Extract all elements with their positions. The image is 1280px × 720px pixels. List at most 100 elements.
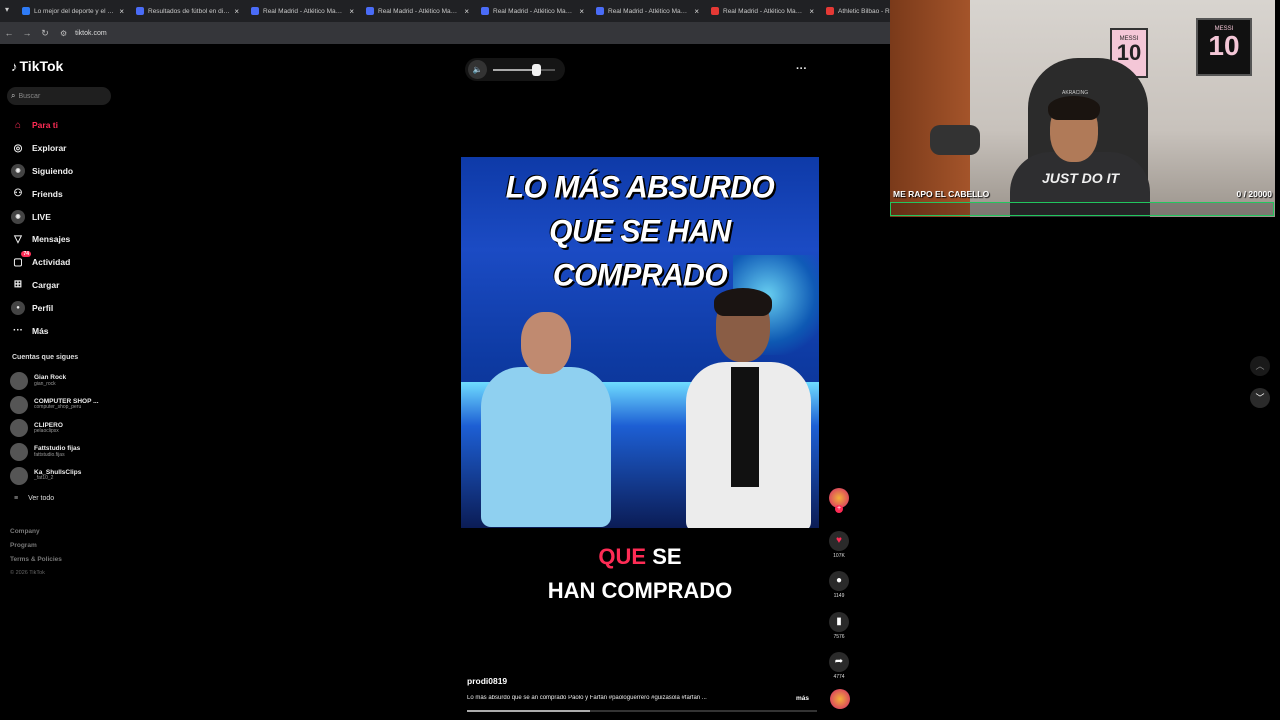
nav-label: Más (32, 325, 49, 336)
goal-progress-text: 0 / 20000 (1236, 189, 1272, 199)
nav-item-para-ti[interactable]: ⌂ Para ti (11, 114, 121, 137)
tab-title: Real Madrid - Atlético Madrid (263, 7, 346, 15)
video-author[interactable]: prodi0819 (467, 676, 507, 686)
tab-close-icon[interactable]: × (349, 7, 354, 16)
nav-label: Mensajes (32, 234, 71, 245)
following-title: Cuentas que sigues (12, 354, 79, 361)
back-icon[interactable]: ← (0, 28, 18, 38)
tab-title: Real Madrid - Atlético Madrid (608, 7, 691, 15)
follow-plus-icon[interactable]: + (835, 505, 843, 513)
upload-icon: ⊞ (13, 279, 23, 291)
chevron-down-icon[interactable]: ﹀ (1250, 388, 1270, 408)
avatar (10, 395, 28, 414)
music-disc-icon[interactable] (830, 689, 850, 709)
browser-tab[interactable]: Real Madrid - Atlético Madrid × (590, 0, 705, 22)
volume-fill (493, 69, 537, 71)
nav-item-live[interactable]: ◉ LIVE (11, 205, 121, 228)
video-progress-fill (467, 710, 590, 712)
browser-tab[interactable]: Real Madrid - Atlético Madrid × (475, 0, 590, 22)
list-icon: ≡ (14, 495, 19, 502)
share-action[interactable]: ➦ 4774 (828, 652, 850, 680)
following-icon: ◉ (11, 163, 25, 178)
account-handle: _fat10_2 (34, 475, 54, 482)
browser-tab[interactable]: Resultados de fútbol en directo × (130, 0, 245, 22)
following-account[interactable]: Gian Rock gian_rock (10, 369, 120, 393)
avatar (10, 442, 28, 461)
nav-item-cargar[interactable]: ⊞ Cargar (11, 274, 121, 297)
browser-tab[interactable]: Real Madrid - Atlético Madrid × (705, 0, 820, 22)
goal-progress-bar (890, 202, 1274, 216)
url-text: tiktok.com (75, 29, 107, 37)
tab-close-icon[interactable]: × (234, 7, 239, 16)
nav-item-explorar[interactable]: ◎ Explorar (11, 137, 121, 160)
activity-icon: ▢ 74 (13, 251, 31, 268)
video-caption: QUE SE HAN COMPRADO (461, 540, 819, 608)
compass-icon: ◎ (13, 142, 23, 154)
browser-tab[interactable]: Athletic Bilbao - Real (820, 0, 890, 22)
speaker-icon[interactable]: 🔈 (468, 60, 487, 79)
see-all-button[interactable]: ≡ Ver todo (14, 495, 54, 502)
nav-item-friends[interactable]: ⚇ Friends (11, 182, 121, 205)
browser-tab[interactable]: Real Madrid - Atlético Madrid × (245, 0, 360, 22)
more-button[interactable]: más (796, 695, 809, 702)
volume-knob[interactable] (532, 64, 542, 76)
heart-icon[interactable]: ♥ (829, 531, 849, 551)
url-field[interactable]: ⚙ tiktok.com (60, 29, 107, 38)
more-options-icon[interactable]: ··· (796, 63, 807, 75)
following-account[interactable]: CLIPERO pelaoclipsx (10, 416, 120, 440)
video-person-right (681, 288, 811, 528)
tab-close-icon[interactable]: × (694, 7, 699, 16)
share-count: 4774 (833, 674, 845, 680)
tab-close-icon[interactable]: × (119, 7, 124, 16)
webcam-overlay: MESSI 10 MESSI 10 AKRACING JUST DO IT ME… (890, 0, 1275, 217)
following-account[interactable]: Ka_ShullsClips _fat10_2 (10, 464, 120, 488)
video-player[interactable]: LO MÁS ABSURDO QUE SE HAN COMPRADO (461, 157, 819, 528)
streamer-hair (1048, 96, 1100, 120)
nav-label: Friends (32, 188, 63, 199)
tab-close-icon[interactable]: × (809, 7, 814, 16)
nav-item-actividad[interactable]: ▢ 74 Actividad (11, 251, 121, 274)
nav-label: Cargar (32, 279, 60, 290)
tab-favicon-icon (366, 7, 374, 15)
tab-title: Resultados de fútbol en directo (148, 7, 231, 15)
footer-link-program[interactable]: Program (10, 542, 62, 556)
volume-slider[interactable] (493, 64, 555, 76)
nav-item-más[interactable]: ··· Más (11, 319, 121, 342)
copyright: © 2026 TikTok (10, 570, 45, 576)
reload-icon[interactable]: ↻ (36, 28, 54, 39)
video-title-line1: LO MÁS ABSURDO (505, 170, 775, 205)
like-action[interactable]: ♥ 107K (828, 531, 850, 559)
comment-count: 1149 (833, 593, 845, 599)
footer-link-terms[interactable]: Terms & Policies (10, 556, 62, 570)
comment-icon[interactable]: ● (829, 571, 849, 591)
save-action[interactable]: ▮ 7576 (828, 612, 850, 640)
video-progress-bar[interactable] (467, 710, 817, 712)
share-icon[interactable]: ➦ (829, 652, 849, 672)
nav-item-perfil[interactable]: ● Perfil (11, 296, 121, 319)
search-input[interactable]: ⌕ Buscar (7, 87, 111, 105)
following-account[interactable]: COMPUTER SHOP ... computer_shop_peru (10, 393, 120, 417)
caption-highlight: QUE (598, 544, 647, 569)
forward-icon[interactable]: → (18, 28, 36, 38)
webcam-door (890, 0, 970, 217)
footer-link-company[interactable]: Company (10, 528, 62, 542)
chevron-up-icon[interactable]: ︿ (1250, 356, 1270, 376)
bookmark-icon[interactable]: ▮ (829, 612, 849, 632)
tab-title: Real Madrid - Atlético Madrid (378, 7, 461, 15)
search-placeholder: Buscar (18, 92, 41, 100)
microphone (930, 125, 980, 155)
following-account[interactable]: Fattstudio fijas fattstudio.fijas (10, 440, 120, 464)
nav-item-mensajes[interactable]: ▽ Mensajes (11, 228, 121, 251)
save-count: 7576 (833, 634, 845, 640)
tab-close-icon[interactable]: × (579, 7, 584, 16)
comment-action[interactable]: ● 1149 (828, 571, 850, 599)
tab-close-icon[interactable]: × (464, 7, 469, 16)
nav-item-siguiendo[interactable]: ◉ Siguiendo (11, 160, 121, 183)
tiktok-logo[interactable]: ♪ TikTok (11, 58, 63, 74)
browser-tab[interactable]: Real Madrid - Atlético Madrid × (360, 0, 475, 22)
search-icon: ⌕ (11, 91, 16, 100)
notification-badge: 74 (21, 251, 31, 258)
volume-control[interactable]: 🔈 (465, 58, 565, 81)
site-info-icon[interactable]: ⚙ (60, 29, 67, 38)
browser-tab[interactable]: Lo mejor del deporte y el entretenimient… (0, 0, 130, 22)
